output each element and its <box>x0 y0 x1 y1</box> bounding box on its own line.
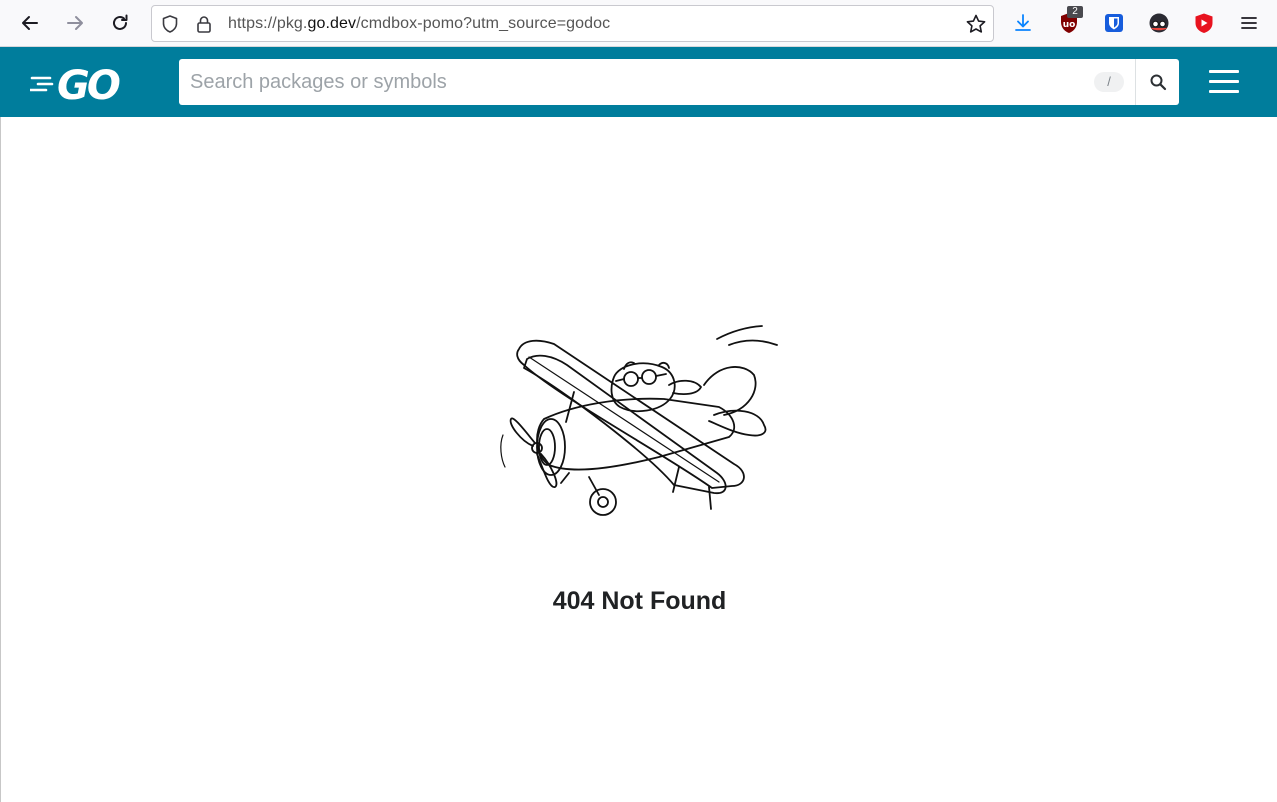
app-menu-button[interactable] <box>1233 7 1265 39</box>
page-title: 404 Not Found <box>552 587 727 615</box>
spy-glasses-icon <box>1149 13 1169 33</box>
reload-icon <box>113 14 128 30</box>
address-bar[interactable]: https://pkg.go.dev/cmdbox-pomo?utm_sourc… <box>151 5 994 42</box>
go-logo-text: GO <box>57 65 120 103</box>
back-arrow-icon <box>22 16 38 30</box>
go-logo[interactable]: GO <box>28 63 136 109</box>
search-shortcut-key: / <box>1094 72 1124 92</box>
url-path: /cmdbox-pomo?utm_source=godoc <box>356 15 611 32</box>
search-icon <box>1150 74 1166 91</box>
privacy-extension-button[interactable] <box>1143 7 1175 39</box>
back-button[interactable] <box>14 7 46 39</box>
url-text[interactable]: https://pkg.go.dev/cmdbox-pomo?utm_sourc… <box>228 15 610 33</box>
search-button[interactable] <box>1135 59 1179 105</box>
menu-bar-bottom <box>1209 90 1239 93</box>
menu-bar-top <box>1209 70 1239 73</box>
bookmark-star-icon[interactable] <box>965 13 987 35</box>
video-extension-button[interactable] <box>1188 7 1220 39</box>
tracking-shield-icon[interactable] <box>160 14 180 34</box>
search-box: / <box>179 59 1179 105</box>
bitwarden-icon <box>1105 14 1123 32</box>
forward-button[interactable] <box>59 7 91 39</box>
download-icon <box>1015 14 1031 31</box>
go-logo-mark: GO <box>28 63 123 109</box>
search-input[interactable] <box>179 59 1134 105</box>
hamburger-menu-icon <box>1241 17 1257 29</box>
lock-icon[interactable] <box>194 14 214 34</box>
gopher-airplane-illustration <box>500 325 778 516</box>
url-prefix: https://pkg. <box>228 15 308 32</box>
ublock-badge: 2 <box>1067 6 1083 18</box>
play-shield-icon <box>1195 13 1213 33</box>
site-header: GO / <box>0 47 1277 117</box>
svg-text:uo: uo <box>1063 20 1076 30</box>
browser-toolbar: https://pkg.go.dev/cmdbox-pomo?utm_sourc… <box>0 0 1277 47</box>
reload-button[interactable] <box>104 7 136 39</box>
forward-arrow-icon <box>67 16 83 30</box>
main-content: 404 Not Found <box>0 117 1277 802</box>
downloads-button[interactable] <box>1007 7 1039 39</box>
site-menu-button[interactable] <box>1206 70 1240 96</box>
menu-bar-middle <box>1209 80 1239 83</box>
url-domain: go.dev <box>307 15 357 32</box>
bitwarden-extension-button[interactable] <box>1098 7 1130 39</box>
